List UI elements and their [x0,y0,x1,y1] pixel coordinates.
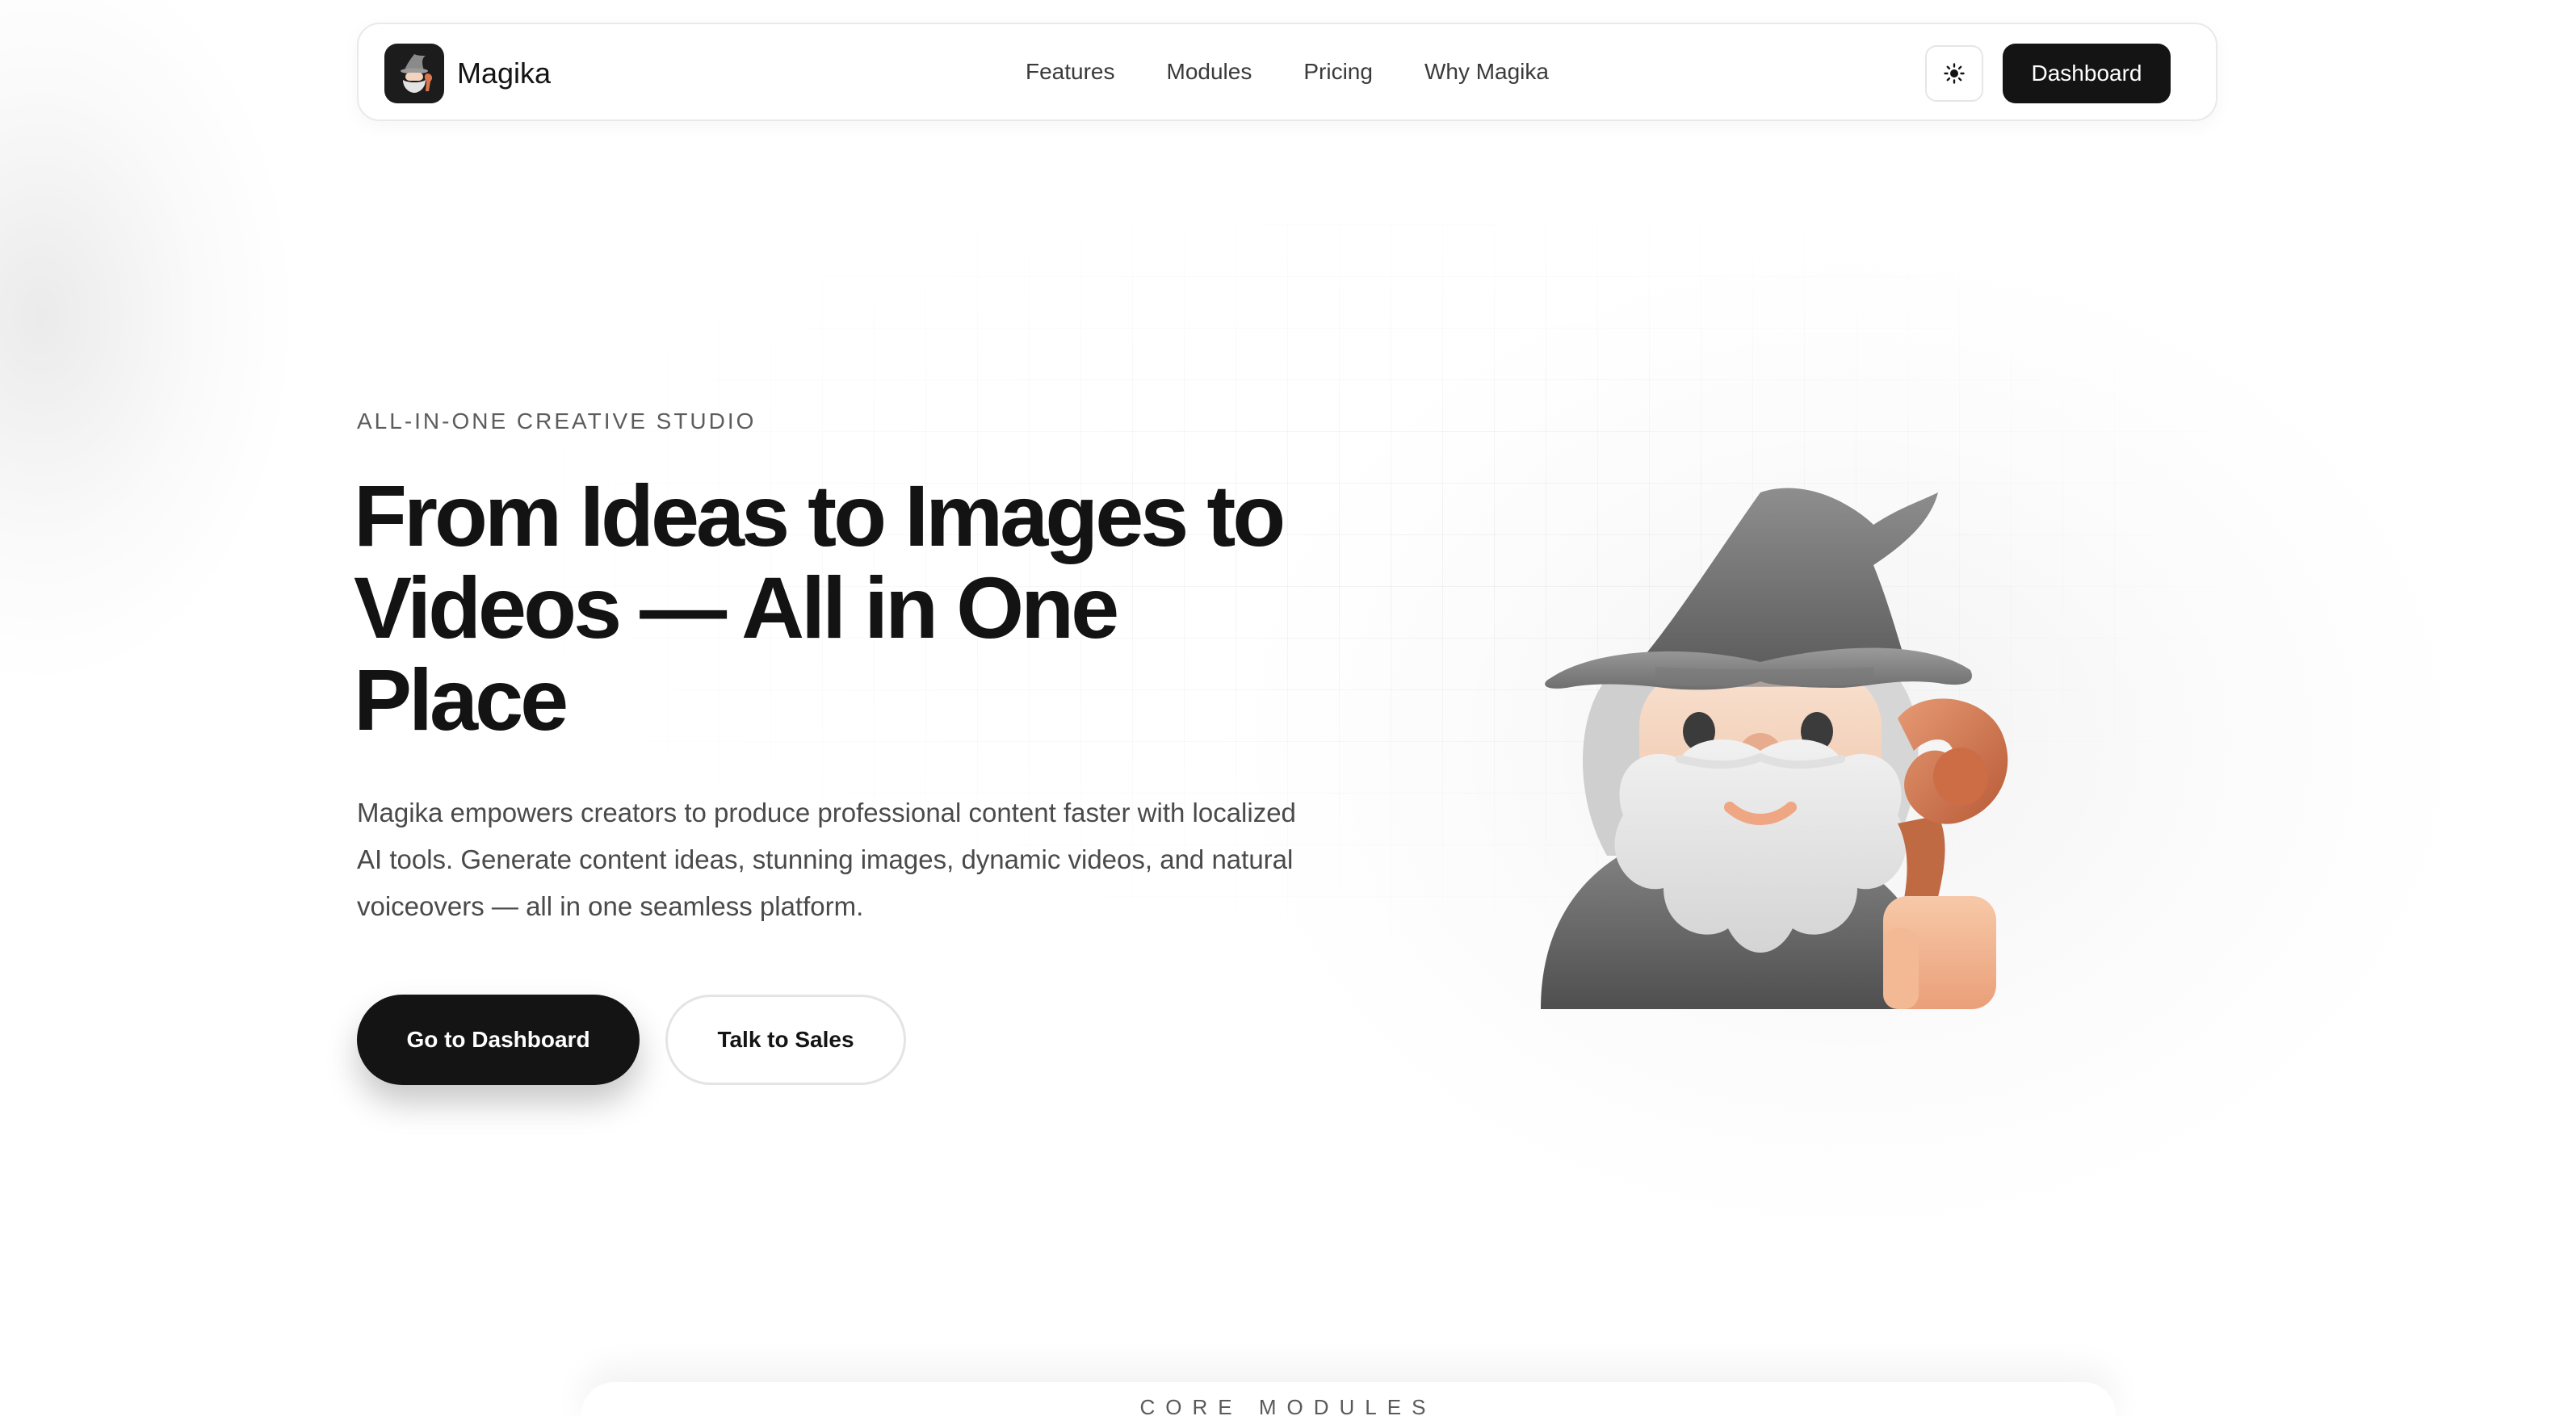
theme-toggle-button[interactable] [1925,45,1983,102]
wizard-illustration [1541,488,2008,1009]
nav-link-why-magika[interactable]: Why Magika [1424,59,1549,85]
nav-link-pricing[interactable]: Pricing [1303,59,1373,85]
top-navigation: Magika Features Modules Pricing Why Magi… [357,23,2217,121]
hero-description: Magika empowers creators to produce prof… [357,798,1296,921]
nav-link-features[interactable]: Features [1026,59,1115,85]
landing-page: Magika Features Modules Pricing Why Magi… [0,0,2576,1416]
wizard-logo-icon [384,44,444,103]
go-to-dashboard-button[interactable]: Go to Dashboard [357,995,640,1085]
dashboard-button[interactable]: Dashboard [2003,44,2171,103]
hero-eyebrow: ALL-IN-ONE CREATIVE STUDIO [357,408,757,434]
hero-title: From Ideas to Images to Videos — All in … [354,467,1286,748]
brand-name: Magika [457,57,552,90]
background-glow-left [0,0,291,678]
nav-link-modules[interactable]: Modules [1167,59,1252,85]
sun-icon [1944,63,1965,84]
section-label-core-modules: CORE MODULES [1139,1395,1437,1416]
talk-to-sales-button[interactable]: Talk to Sales [665,995,906,1085]
brand[interactable]: Magika [384,44,551,103]
